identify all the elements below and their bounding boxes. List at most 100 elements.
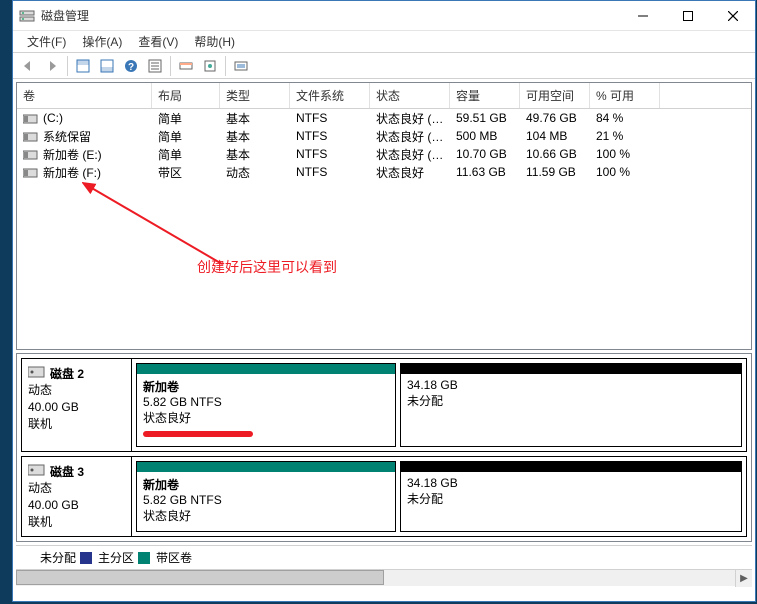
properties-button[interactable]	[199, 55, 221, 77]
close-button[interactable]	[710, 1, 755, 30]
volume-box-info: 34.18 GB	[407, 476, 735, 490]
volume-box-status: 状态良好	[143, 409, 389, 426]
volume-icon	[23, 167, 39, 179]
volume-box[interactable]: 新加卷5.82 GB NTFS状态良好	[136, 363, 396, 447]
minimize-button[interactable]	[620, 1, 665, 30]
disk-icon	[28, 464, 46, 476]
volume-row[interactable]: 新加卷 (F:)带区动态NTFS状态良好11.63 GB11.59 GB100 …	[17, 163, 751, 181]
refresh-button[interactable]	[144, 55, 166, 77]
volume-box-name: 新加卷	[143, 476, 389, 493]
toolbar: ?	[13, 53, 755, 79]
legend-swatch-striped	[138, 552, 150, 564]
view-bottom-button[interactable]	[96, 55, 118, 77]
window-title: 磁盘管理	[41, 7, 89, 24]
legend-swatch-primary	[80, 552, 92, 564]
volume-box-info: 34.18 GB	[407, 378, 735, 392]
menu-action[interactable]: 操作(A)	[76, 31, 128, 52]
disk-type: 动态	[28, 382, 125, 399]
volume-percent: 21 %	[590, 128, 660, 144]
volume-percent: 100 %	[590, 164, 660, 180]
horizontal-scrollbar[interactable]: ▶	[16, 569, 752, 586]
disk-name: 磁盘 2	[50, 367, 84, 381]
titlebar: 磁盘管理	[13, 1, 755, 31]
volume-row[interactable]: 新加卷 (E:)简单基本NTFS状态良好 (…10.70 GB10.66 GB1…	[17, 145, 751, 163]
volume-stripe	[137, 364, 395, 374]
annotation-underline	[143, 431, 253, 437]
volume-stripe	[401, 462, 741, 472]
column-layout[interactable]: 布局	[152, 83, 220, 108]
legend-swatch-unallocated	[22, 552, 34, 564]
volume-layout: 简单	[152, 127, 220, 146]
disk-info: 磁盘 3动态40.00 GB联机	[22, 457, 132, 536]
scrollbar-thumb[interactable]	[16, 570, 384, 585]
svg-text:?: ?	[128, 62, 134, 73]
volume-row[interactable]: 系统保留简单基本NTFS状态良好 (…500 MB104 MB21 %	[17, 127, 751, 145]
legend: 未分配 主分区 带区卷	[16, 545, 752, 569]
forward-button[interactable]	[41, 55, 63, 77]
disk-volumes: 新加卷5.82 GB NTFS状态良好34.18 GB未分配	[132, 359, 746, 451]
toolbar-separator	[67, 56, 68, 76]
view-top-button[interactable]	[72, 55, 94, 77]
disk-status: 联机	[28, 514, 125, 531]
volume-box-status: 未分配	[407, 392, 735, 409]
column-status[interactable]: 状态	[370, 83, 450, 108]
volume-capacity: 11.63 GB	[450, 164, 520, 180]
volume-name: 新加卷 (F:)	[43, 166, 101, 180]
volume-box[interactable]: 新加卷5.82 GB NTFS状态良好	[136, 461, 396, 532]
menu-file[interactable]: 文件(F)	[21, 31, 72, 52]
column-free[interactable]: 可用空间	[520, 83, 590, 108]
volume-list-body[interactable]: (C:)简单基本NTFS状态良好 (…59.51 GB49.76 GB84 % 系…	[17, 109, 751, 349]
disk-icon	[28, 366, 46, 378]
disk-info: 磁盘 2动态40.00 GB联机	[22, 359, 132, 451]
back-button[interactable]	[17, 55, 39, 77]
volume-free: 104 MB	[520, 128, 590, 144]
volume-box-status: 状态良好	[143, 507, 389, 524]
column-capacity[interactable]: 容量	[450, 83, 520, 108]
disk-block: 磁盘 2动态40.00 GB联机新加卷5.82 GB NTFS状态良好34.18…	[21, 358, 747, 452]
menu-view[interactable]: 查看(V)	[132, 31, 184, 52]
volume-capacity: 500 MB	[450, 128, 520, 144]
maximize-button[interactable]	[665, 1, 710, 30]
volume-name: 系统保留	[43, 130, 91, 144]
content-area: 卷 布局 类型 文件系统 状态 容量 可用空间 % 可用 (C:)简单基本NTF…	[13, 82, 755, 604]
toolbar-separator	[225, 56, 226, 76]
volume-icon	[23, 149, 39, 161]
settings-button[interactable]	[230, 55, 252, 77]
volume-fs: NTFS	[290, 110, 370, 126]
volume-row[interactable]: (C:)简单基本NTFS状态良好 (…59.51 GB49.76 GB84 %	[17, 109, 751, 127]
volume-layout: 简单	[152, 145, 220, 164]
help-button[interactable]: ?	[120, 55, 142, 77]
disk-size: 40.00 GB	[28, 497, 125, 514]
toolbar-separator	[170, 56, 171, 76]
volume-box-name: 新加卷	[143, 378, 389, 395]
legend-label-unallocated: 未分配	[40, 549, 76, 566]
volume-type: 基本	[220, 145, 290, 164]
volume-fs: NTFS	[290, 164, 370, 180]
disk-volumes: 新加卷5.82 GB NTFS状态良好34.18 GB未分配	[132, 457, 746, 536]
volume-percent: 84 %	[590, 110, 660, 126]
legend-label-primary: 主分区	[98, 549, 134, 566]
volume-fs: NTFS	[290, 128, 370, 144]
column-filesystem[interactable]: 文件系统	[290, 83, 370, 108]
scrollbar-right-arrow[interactable]: ▶	[735, 570, 752, 587]
volume-icon	[23, 113, 39, 125]
legend-label-striped: 带区卷	[156, 549, 192, 566]
volume-box-status: 未分配	[407, 490, 735, 507]
volume-free: 11.59 GB	[520, 164, 590, 180]
volume-box[interactable]: 34.18 GB未分配	[400, 461, 742, 532]
volume-status: 状态良好	[370, 163, 450, 182]
volume-box-info: 5.82 GB NTFS	[143, 493, 389, 507]
disk-size: 40.00 GB	[28, 399, 125, 416]
column-percent[interactable]: % 可用	[590, 83, 660, 108]
volume-stripe	[401, 364, 741, 374]
volume-name: (C:)	[43, 111, 63, 125]
list-view-button[interactable]	[175, 55, 197, 77]
column-type[interactable]: 类型	[220, 83, 290, 108]
volume-type: 基本	[220, 127, 290, 146]
menubar: 文件(F) 操作(A) 查看(V) 帮助(H)	[13, 31, 755, 53]
column-volume[interactable]: 卷	[17, 83, 152, 108]
menu-help[interactable]: 帮助(H)	[188, 31, 241, 52]
disk-graphical-view: 磁盘 2动态40.00 GB联机新加卷5.82 GB NTFS状态良好34.18…	[16, 353, 752, 542]
volume-capacity: 59.51 GB	[450, 110, 520, 126]
volume-box[interactable]: 34.18 GB未分配	[400, 363, 742, 447]
